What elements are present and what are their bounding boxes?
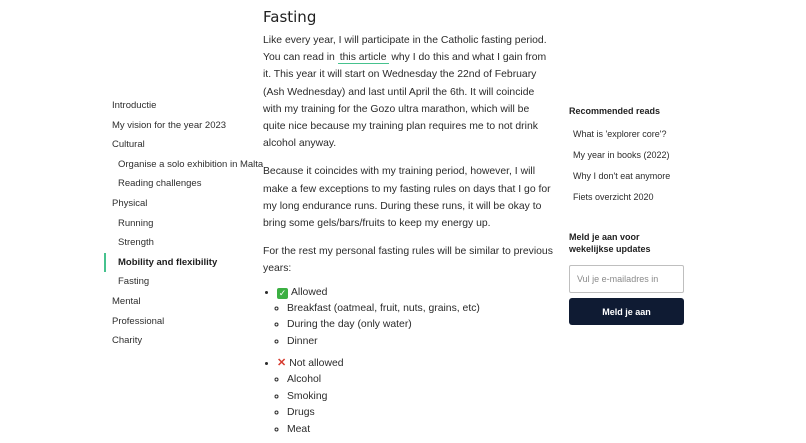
- not-allowed-group: ✕Not allowed Alcohol Smoking Drugs Meat: [277, 355, 553, 438]
- recommended-reads: Recommended reads What is 'explorer core…: [569, 106, 699, 208]
- list-item: During the day (only water): [287, 317, 553, 334]
- subscribe-button[interactable]: Meld je aan: [569, 298, 684, 325]
- list-item: Alcohol: [287, 372, 553, 389]
- paragraph-rules-intro: For the rest my personal fasting rules w…: [263, 246, 553, 275]
- toc-item-running[interactable]: Running: [104, 214, 254, 234]
- toc-item-reading-challenges[interactable]: Reading challenges: [104, 174, 254, 194]
- toc-item-mobility-active[interactable]: Mobility and flexibility: [104, 252, 254, 273]
- toc-item-cultural[interactable]: Cultural: [104, 135, 254, 155]
- read-link-explorer-core[interactable]: What is 'explorer core'?: [569, 124, 699, 145]
- table-of-contents: Introductie My vision for the year 2023 …: [104, 96, 263, 351]
- toc-item-strength[interactable]: Strength: [104, 233, 254, 253]
- list-item: Drugs: [287, 405, 553, 422]
- email-input[interactable]: [569, 265, 684, 293]
- cross-mark-icon: ✕: [277, 357, 287, 370]
- list-item: Smoking: [287, 389, 553, 406]
- list-item: Breakfast (oatmeal, fruit, nuts, grains,…: [287, 301, 553, 318]
- not-allowed-label: Not allowed: [289, 358, 344, 370]
- toc-item-physical[interactable]: Physical: [104, 194, 254, 214]
- article-content: Fasting Like every year, I will particip…: [263, 8, 553, 443]
- toc-item-charity[interactable]: Charity: [104, 331, 254, 351]
- read-link-dont-eat-anymore[interactable]: Why I don't eat anymore: [569, 166, 699, 187]
- section-heading: Fasting: [263, 8, 317, 26]
- paragraph-intro-end: why I do this and what I gain from it. T…: [263, 52, 547, 150]
- recommended-reads-list: What is 'explorer core'? My year in book…: [569, 124, 699, 208]
- allowed-label: Allowed: [291, 286, 328, 298]
- allowed-group: ✓Allowed Breakfast (oatmeal, fruit, nuts…: [277, 284, 553, 351]
- toc-item-professional[interactable]: Professional: [104, 312, 254, 332]
- allowed-list: Breakfast (oatmeal, fruit, nuts, grains,…: [277, 301, 553, 351]
- toc-item-mental[interactable]: Mental: [104, 292, 254, 312]
- toc-item-vision-2023[interactable]: My vision for the year 2023: [104, 116, 254, 136]
- toc-item-fasting[interactable]: Fasting: [104, 272, 254, 292]
- read-link-year-in-books[interactable]: My year in books (2022): [569, 145, 699, 166]
- newsletter-title: Meld je aan voor wekelijkse updates: [569, 232, 651, 254]
- list-item: Dinner: [287, 334, 553, 351]
- read-link-fiets-overzicht[interactable]: Fiets overzicht 2020: [569, 187, 699, 208]
- fasting-rules-list: ✓Allowed Breakfast (oatmeal, fruit, nuts…: [263, 284, 553, 439]
- list-item: Meat: [287, 422, 553, 439]
- newsletter-signup: Meld je aan voor wekelijkse updates Meld…: [569, 231, 685, 325]
- recommended-reads-title: Recommended reads: [569, 106, 661, 116]
- article-link[interactable]: this article: [337, 52, 389, 65]
- paragraph-exceptions: Because it coincides with my training pe…: [263, 166, 551, 230]
- check-mark-icon: ✓: [277, 287, 288, 299]
- not-allowed-list: Alcohol Smoking Drugs Meat: [277, 372, 553, 438]
- paragraph-intro: Like every year, I will participate in t…: [263, 32, 553, 152]
- toc-item-introductie[interactable]: Introductie: [104, 96, 254, 116]
- toc-item-solo-exhibition[interactable]: Organise a solo exhibition in Malta: [104, 155, 263, 175]
